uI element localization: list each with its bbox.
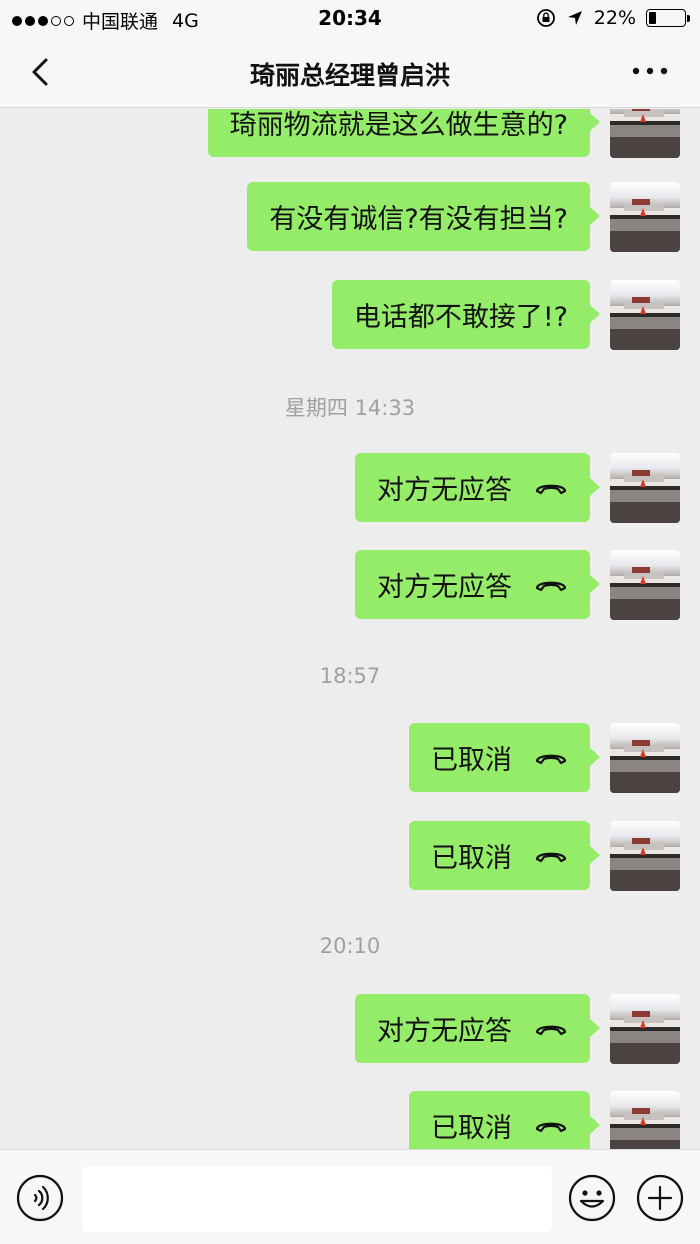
phone-hangup-icon <box>535 484 567 494</box>
message-text: 对方无应答 <box>377 572 512 603</box>
message-text: 对方无应答 <box>377 1016 512 1047</box>
call-record-row: 已取消 <box>409 821 680 891</box>
avatar-photo <box>610 109 680 158</box>
input-bar <box>0 1149 700 1244</box>
phone-hangup-icon <box>535 581 567 591</box>
message-text: 琦丽物流就是这么做生意的? <box>229 110 568 141</box>
call-record-bubble[interactable]: 已取消 <box>409 821 600 890</box>
message-text: 对方无应答 <box>377 475 512 506</box>
chat-title: 琦丽总经理曾启洪 <box>249 61 450 90</box>
avatar[interactable] <box>610 994 680 1064</box>
avatar-photo <box>610 740 680 793</box>
phone-hangup-icon <box>535 1025 567 1035</box>
location-icon <box>567 11 582 25</box>
avatar-photo <box>610 567 680 620</box>
call-record-bubble[interactable]: 已取消 <box>409 723 600 792</box>
status-right: 22% <box>536 7 690 29</box>
avatar-photo <box>610 470 680 523</box>
message-bubble[interactable]: 电话都不敢接了!? <box>331 280 601 349</box>
more-dots-icon[interactable] <box>630 58 670 84</box>
call-record-row: 对方无应答 <box>355 994 680 1064</box>
phone-hangup-icon <box>535 754 567 764</box>
avatar[interactable] <box>610 1091 680 1149</box>
avatar[interactable] <box>610 280 680 350</box>
plus-icon[interactable] <box>636 1174 684 1222</box>
call-record-row: 对方无应答 <box>355 550 680 620</box>
rotation-lock-icon <box>536 9 555 27</box>
phone-hangup-icon <box>535 852 567 862</box>
message-input[interactable] <box>82 1166 552 1232</box>
call-record-bubble[interactable]: 对方无应答 <box>355 994 600 1063</box>
message-bubble[interactable]: 有没有诚信?有没有担当? <box>247 182 600 251</box>
avatar-photo <box>610 199 680 252</box>
message-text: 已取消 <box>431 1113 512 1144</box>
avatar-photo <box>610 1108 680 1149</box>
message-timestamp: 18:57 <box>319 664 381 688</box>
avatar[interactable] <box>610 182 680 252</box>
call-record-row: 已取消 <box>409 1091 680 1149</box>
message-text: 电话都不敢接了!? <box>353 302 568 333</box>
avatar-photo <box>610 838 680 891</box>
message-timestamp: 20:10 <box>319 934 381 958</box>
call-record-row: 对方无应答 <box>355 453 680 523</box>
call-record-bubble[interactable]: 已取消 <box>409 1091 600 1149</box>
avatar[interactable] <box>610 821 680 891</box>
chat-messages[interactable]: 琦丽物流就是这么做生意的? 有没有诚信?有没有担当? 电话都不敢接了!? 星期四 14… <box>0 109 700 1149</box>
emoji-icon[interactable] <box>568 1174 616 1222</box>
battery-fill <box>649 12 657 24</box>
status-bar: 中国联通 4G 20:34 22% <box>0 0 700 36</box>
avatar[interactable] <box>610 550 680 620</box>
call-record-bubble[interactable]: 对方无应答 <box>355 550 600 619</box>
avatar[interactable] <box>610 453 680 523</box>
call-record-bubble[interactable]: 对方无应答 <box>355 453 600 522</box>
message-text: 已取消 <box>431 745 512 776</box>
message-text: 有没有诚信?有没有担当? <box>269 204 568 235</box>
battery-icon <box>646 9 690 27</box>
battery-percent: 22% <box>593 7 636 29</box>
avatar[interactable] <box>610 109 680 158</box>
message-text: 已取消 <box>431 843 512 874</box>
message-bubble[interactable]: 琦丽物流就是这么做生意的? <box>207 109 601 157</box>
message-timestamp: 星期四 14:33 <box>284 396 416 420</box>
phone-hangup-icon <box>535 1122 567 1132</box>
avatar-photo <box>610 297 680 350</box>
message-row: 有没有诚信?有没有担当? <box>247 182 680 252</box>
voice-icon[interactable] <box>16 1174 64 1222</box>
avatar[interactable] <box>610 723 680 793</box>
message-row: 琦丽物流就是这么做生意的? <box>207 109 680 158</box>
call-record-row: 已取消 <box>409 723 680 793</box>
nav-bar: 琦丽总经理曾启洪 <box>0 36 700 108</box>
message-row: 电话都不敢接了!? <box>331 280 680 350</box>
avatar-photo <box>610 1011 680 1064</box>
